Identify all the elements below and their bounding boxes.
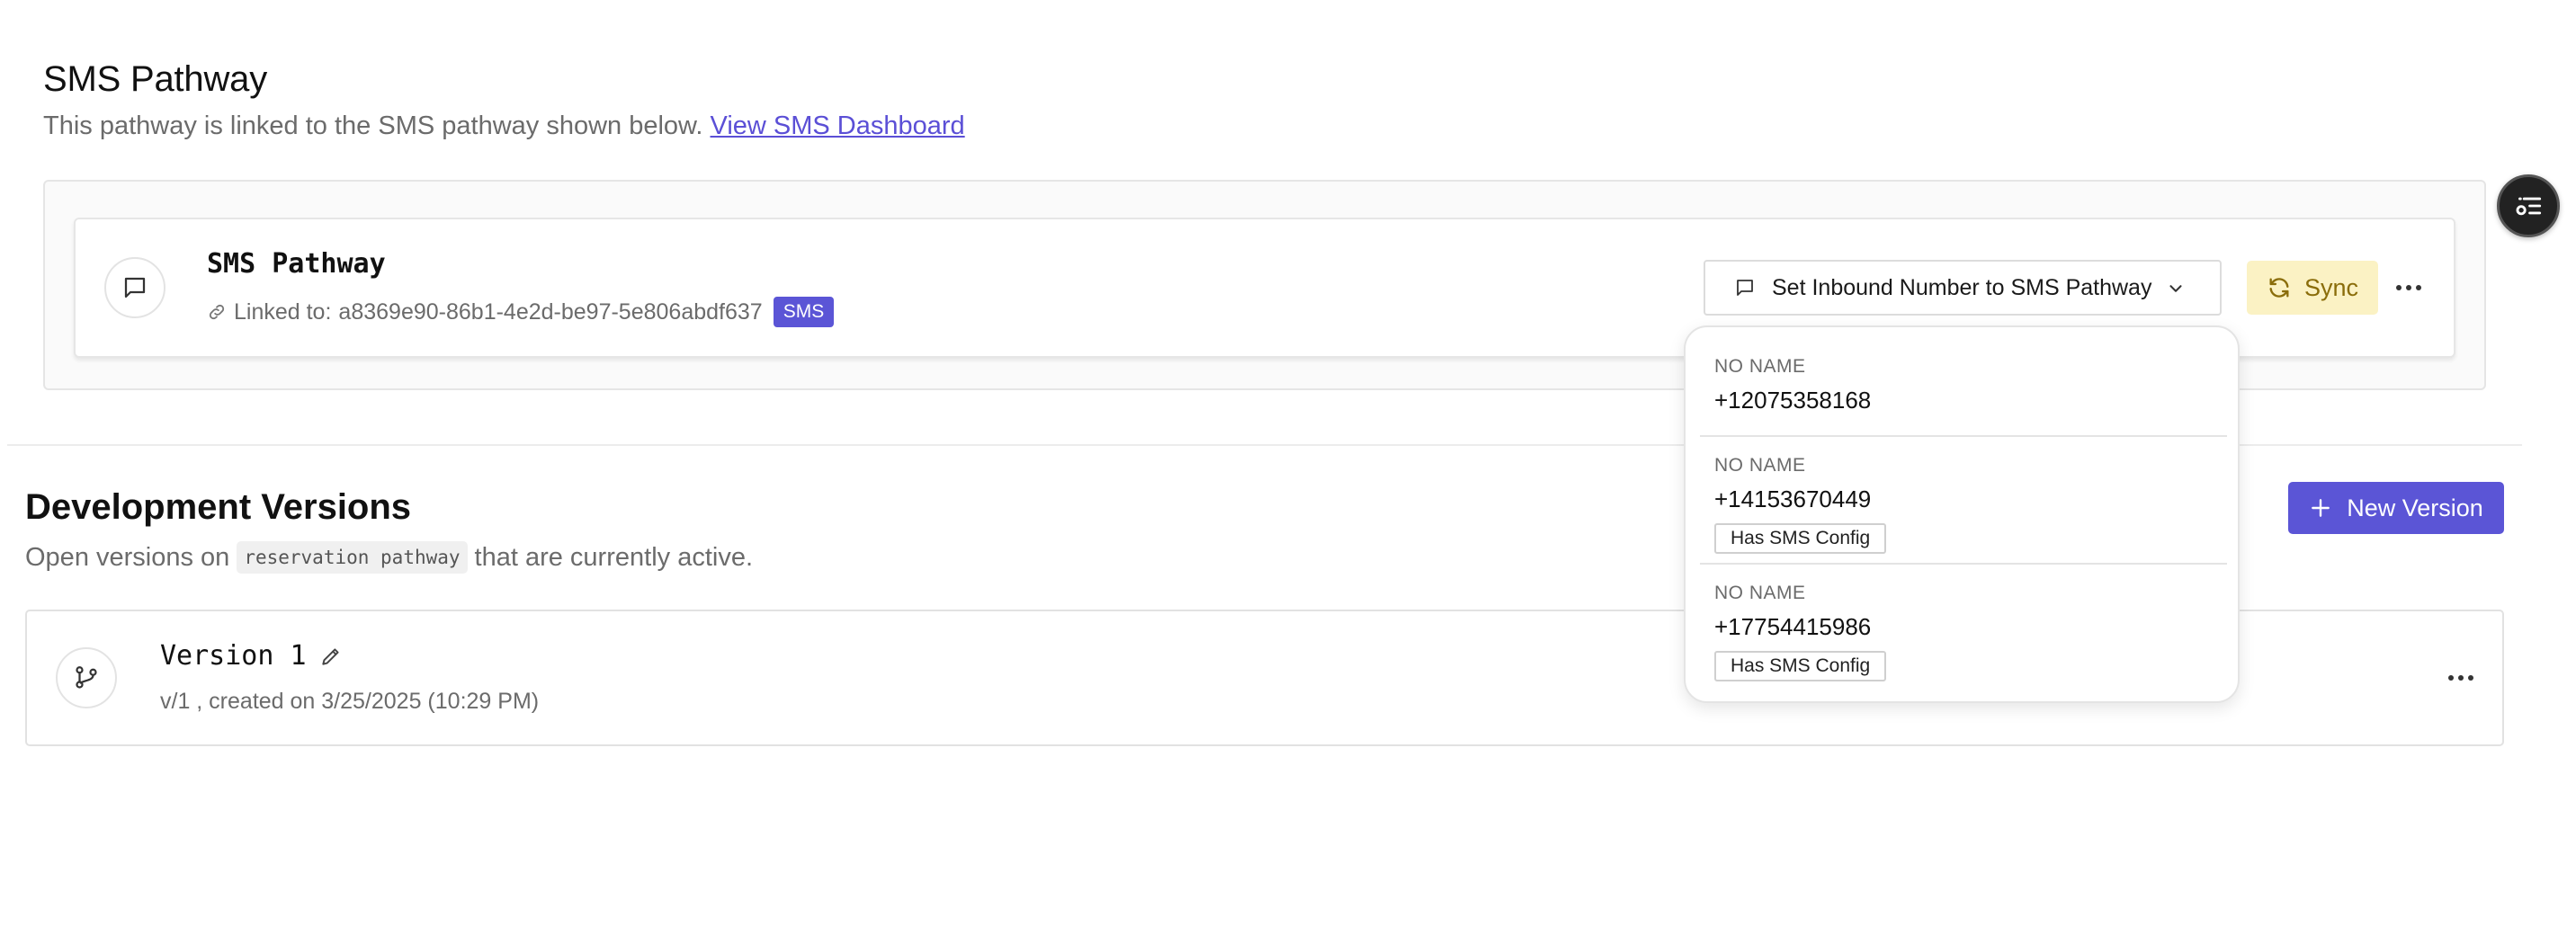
phone-name: NO NAME [1714,455,1806,476]
view-sms-dashboard-link[interactable]: View SMS Dashboard [711,111,965,140]
sms-section-description-text: This pathway is linked to the SMS pathwa… [43,111,703,140]
set-inbound-number-label: Set Inbound Number to SMS Pathway [1772,274,2152,300]
has-sms-config-tag: Has SMS Config [1714,523,1887,554]
dropdown-option[interactable]: NO NAME +17754415986 Has SMS Config [1686,565,2238,699]
sms-card-linked-info: Linked to: a8369e90-86b1-4e2d-be97-5e806… [207,297,835,327]
refresh-icon [2269,278,2289,298]
message-icon-circle [104,257,165,318]
dropdown-option[interactable]: NO NAME +12075358168 [1686,327,2238,435]
plus-icon [2312,499,2330,517]
pencil-icon[interactable] [319,645,343,668]
dev-versions-description: Open versions on reservation pathway tha… [25,541,753,574]
git-branch-icon [76,666,97,689]
version-title-text: Version 1 [160,640,307,672]
sync-button[interactable]: Sync [2247,261,2378,315]
link-icon [209,304,225,320]
dev-desc-before: Open versions on [25,542,230,572]
pathway-name-code: reservation pathway [237,541,468,574]
chevron-down-icon [2169,285,2182,292]
phone-name: NO NAME [1714,356,1806,377]
sms-section-title: SMS Pathway [43,59,268,99]
new-version-label: New Version [2347,494,2483,521]
floating-panel-toggle-button[interactable] [2497,174,2560,237]
git-branch-icon-circle [56,647,117,708]
version-card-more-icon[interactable] [2443,670,2479,686]
message-square-icon [124,277,146,298]
dev-versions-title: Development Versions [25,487,412,527]
dev-desc-after: that are currently active. [474,542,754,572]
inbound-number-dropdown: NO NAME +12075358168 NO NAME +1415367044… [1684,325,2240,703]
has-sms-config-tag: Has SMS Config [1714,651,1887,681]
sms-badge: SMS [773,297,835,327]
message-square-icon [1737,280,1753,296]
dropdown-option[interactable]: NO NAME +14153670449 Has SMS Config [1686,437,2238,563]
phone-name: NO NAME [1714,583,1806,603]
list-settings-icon [2516,197,2542,216]
new-version-button[interactable]: New Version [2288,482,2504,534]
linked-prefix: Linked to: [234,298,332,325]
sms-card-more-icon[interactable] [2391,280,2427,296]
linked-id: a8369e90-86b1-4e2d-be97-5e806abdf637 [338,298,763,325]
sms-card-title: SMS Pathway [207,248,386,280]
phone-number: +17754415986 [1714,613,1872,640]
set-inbound-number-button[interactable]: Set Inbound Number to SMS Pathway [1704,260,2222,316]
sms-section-description: This pathway is linked to the SMS pathwa… [43,111,965,141]
sync-button-label: Sync [2303,273,2359,301]
phone-number: +14153670449 [1714,485,1872,512]
phone-number: +12075358168 [1714,387,1872,414]
version-meta: v/1 , created on 3/25/2025 (10:29 PM) [160,689,540,714]
version-title: Version 1 [160,640,343,672]
